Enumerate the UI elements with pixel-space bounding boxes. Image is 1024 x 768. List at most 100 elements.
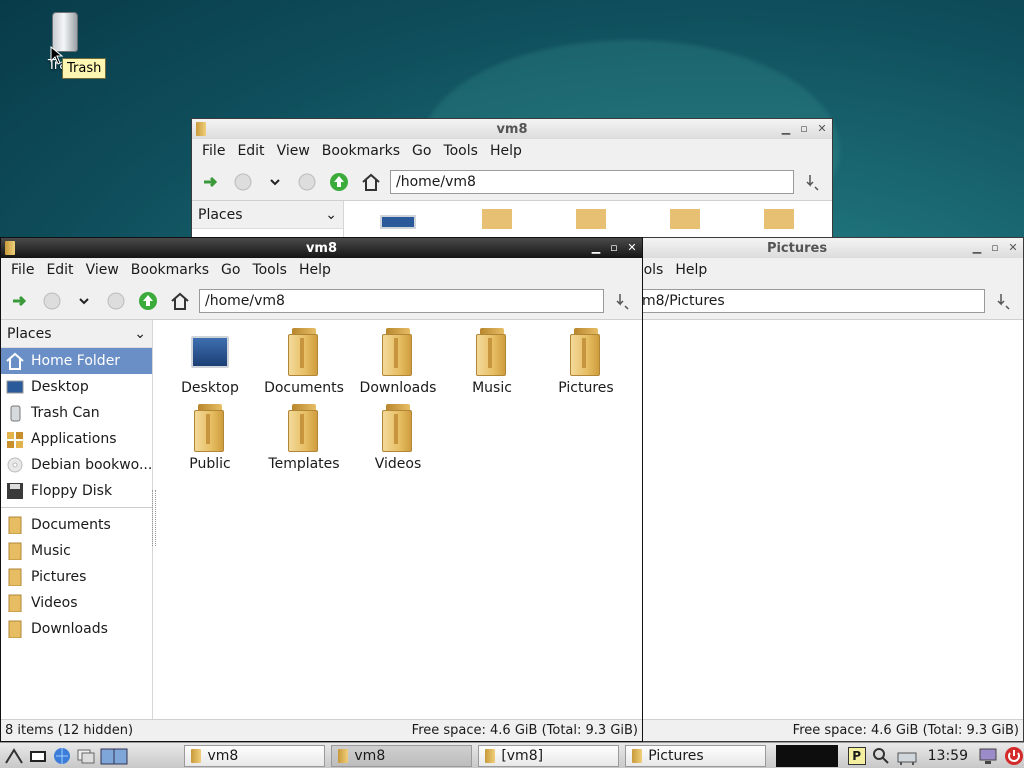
minimize-button[interactable]: ▁: [971, 242, 983, 254]
places-separator: [1, 504, 152, 508]
taskbar-task-pictures[interactable]: Pictures: [625, 744, 767, 767]
browser-launcher-icon[interactable]: [52, 747, 72, 765]
screen-lock-icon[interactable]: [978, 747, 998, 765]
places-item-debian-bookworm[interactable]: Debian bookwo...: [1, 452, 152, 478]
vm8-window-back[interactable]: vm8 ▁ ▫ ✕ File Edit View Bookmarks Go To…: [191, 118, 833, 242]
file-view[interactable]: [631, 320, 1023, 719]
power-icon[interactable]: [1004, 746, 1024, 766]
close-button[interactable]: ✕: [816, 123, 828, 135]
network-icon[interactable]: [896, 747, 918, 765]
taskbar-task-vm8-minimized[interactable]: [vm8]: [478, 744, 620, 767]
file-item-downloads[interactable]: Downloads: [351, 328, 445, 396]
places-item-applications[interactable]: Applications: [1, 426, 152, 452]
task-label: vm8: [207, 747, 239, 764]
workspace-switcher-icon[interactable]: [100, 747, 130, 765]
file-item-public[interactable]: Public: [163, 404, 257, 472]
menu-start-icon[interactable]: [4, 747, 24, 765]
pictures-window[interactable]: Pictures ▁ ▫ ✕ ools Help Free space: 4.6…: [630, 237, 1024, 742]
menu-file[interactable]: File: [5, 260, 40, 280]
places-item-trash-can[interactable]: Trash Can: [1, 400, 152, 426]
window-title: Pictures: [766, 240, 828, 256]
file-view[interactable]: Desktop Documents Downloads Music Pictur…: [153, 320, 642, 719]
back-button[interactable]: [39, 288, 65, 314]
bookmark-item-documents[interactable]: Documents: [1, 512, 152, 538]
file-item-label: Videos: [374, 456, 422, 472]
places-header[interactable]: Places ⌄: [192, 201, 343, 229]
floppy-icon: [7, 483, 23, 499]
clock[interactable]: 13:59: [924, 748, 972, 764]
show-desktop-icon[interactable]: [76, 747, 96, 765]
menu-file[interactable]: File: [196, 141, 231, 161]
bookmark-item-pictures[interactable]: Pictures: [1, 564, 152, 590]
file-item-label: Documents: [264, 380, 344, 396]
file-item-music[interactable]: Music: [445, 328, 539, 396]
file-view[interactable]: [344, 201, 832, 241]
new-tab-button[interactable]: [198, 169, 224, 195]
menu-edit[interactable]: Edit: [231, 141, 270, 161]
places-item-home-folder[interactable]: Home Folder: [1, 348, 152, 374]
file-item-videos[interactable]: Videos: [351, 404, 445, 472]
bookmark-item-downloads[interactable]: Downloads: [1, 616, 152, 642]
close-button[interactable]: ✕: [626, 242, 638, 254]
history-dropdown-button[interactable]: [262, 169, 288, 195]
go-button[interactable]: [800, 169, 826, 195]
titlebar[interactable]: vm8 ▁ ▫ ✕: [1, 238, 642, 258]
bookmark-item-videos[interactable]: Videos: [1, 590, 152, 616]
tray-p-label: P: [852, 748, 862, 763]
forward-button[interactable]: [294, 169, 320, 195]
menu-help[interactable]: Help: [669, 260, 713, 280]
menu-bookmarks[interactable]: Bookmarks: [316, 141, 406, 161]
minimize-button[interactable]: ▁: [780, 123, 792, 135]
pane-resize-handle[interactable]: [152, 490, 156, 546]
address-bar[interactable]: [390, 169, 794, 194]
close-button[interactable]: ✕: [1007, 242, 1019, 254]
menu-tools[interactable]: Tools: [437, 141, 484, 161]
menu-go[interactable]: Go: [215, 260, 246, 280]
menu-view[interactable]: View: [80, 260, 125, 280]
tray-p-icon[interactable]: P: [847, 746, 866, 765]
titlebar[interactable]: Pictures ▁ ▫ ✕: [631, 238, 1023, 258]
maximize-button[interactable]: ▫: [798, 123, 810, 135]
vm8-window-front[interactable]: vm8 ▁ ▫ ✕ File Edit View Bookmarks Go To…: [0, 237, 643, 742]
address-bar[interactable]: [199, 288, 604, 313]
menu-edit[interactable]: Edit: [40, 260, 79, 280]
file-item-desktop[interactable]: Desktop: [163, 328, 257, 396]
taskbar-task-vm8-active[interactable]: vm8: [331, 744, 473, 767]
places-item-desktop[interactable]: Desktop: [1, 374, 152, 400]
task-label: vm8: [354, 747, 386, 764]
back-button[interactable]: [230, 169, 256, 195]
search-icon[interactable]: [872, 747, 890, 765]
file-manager-launcher-icon[interactable]: [28, 747, 48, 765]
file-item-documents[interactable]: Documents: [257, 328, 351, 396]
menu-help[interactable]: Help: [293, 260, 337, 280]
menu-view[interactable]: View: [271, 141, 316, 161]
forward-button[interactable]: [103, 288, 129, 314]
new-tab-button[interactable]: [7, 288, 33, 314]
maximize-button[interactable]: ▫: [608, 242, 620, 254]
file-item-templates[interactable]: Templates: [257, 404, 351, 472]
up-button[interactable]: [326, 169, 352, 195]
history-dropdown-button[interactable]: [71, 288, 97, 314]
menu-tools[interactable]: Tools: [246, 260, 293, 280]
file-item-pictures[interactable]: Pictures: [539, 328, 633, 396]
menu-bookmarks[interactable]: Bookmarks: [125, 260, 215, 280]
address-bar[interactable]: [637, 288, 985, 313]
go-button[interactable]: [991, 288, 1017, 314]
places-header[interactable]: Places ⌄: [1, 320, 152, 348]
up-button[interactable]: [135, 288, 161, 314]
folder-icon: [576, 209, 606, 229]
menu-help[interactable]: Help: [484, 141, 528, 161]
places-item-label: Home Folder: [31, 353, 121, 369]
cpu-monitor: [776, 744, 838, 767]
maximize-button[interactable]: ▫: [989, 242, 1001, 254]
bookmark-item-music[interactable]: Music: [1, 538, 152, 564]
titlebar[interactable]: vm8 ▁ ▫ ✕: [192, 119, 832, 139]
window-title: vm8: [305, 240, 338, 256]
places-item-floppy-disk[interactable]: Floppy Disk: [1, 478, 152, 504]
home-button[interactable]: [358, 169, 384, 195]
taskbar-task-vm8[interactable]: vm8: [184, 744, 326, 767]
minimize-button[interactable]: ▁: [590, 242, 602, 254]
menu-go[interactable]: Go: [406, 141, 437, 161]
go-button[interactable]: [610, 288, 636, 314]
home-button[interactable]: [167, 288, 193, 314]
